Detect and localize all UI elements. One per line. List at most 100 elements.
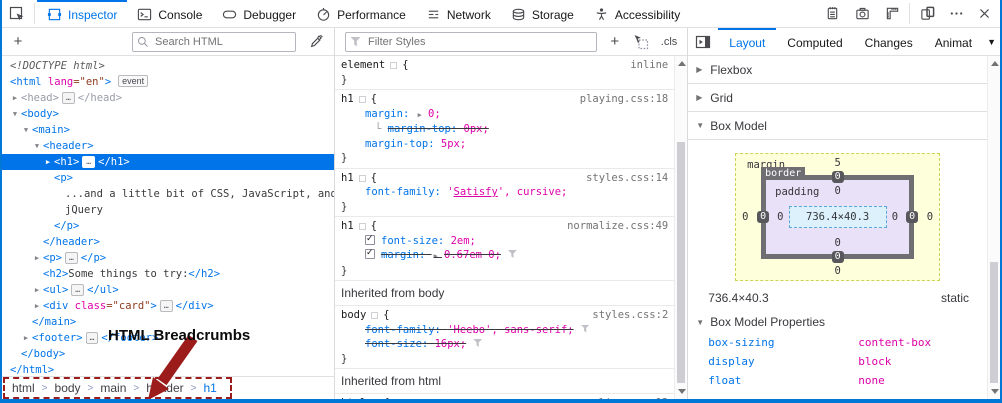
markup-tree-row[interactable]: ▶<p>…</p> — [2, 250, 334, 266]
border-top-value[interactable]: 0 — [832, 171, 844, 183]
layout-scrollbar[interactable] — [987, 56, 1000, 399]
camera-icon[interactable] — [847, 0, 877, 27]
markup-tree-row[interactable]: ▶<div class="card">…</div> — [2, 298, 334, 314]
filter-styles-input[interactable] — [345, 32, 597, 52]
tab-computed[interactable]: Computed — [776, 28, 853, 55]
css-declaration[interactable]: font-family: 'Heebo', sans-serif; — [341, 323, 668, 338]
property-name[interactable]: float — [708, 374, 858, 387]
markup-tree-row[interactable]: <!DOCTYPE html> — [2, 58, 334, 74]
highlight-selector-icon[interactable] — [390, 62, 397, 69]
property-value[interactable]: block — [858, 355, 891, 368]
breadcrumb-item[interactable]: body — [55, 381, 81, 395]
property-value[interactable]: none — [858, 374, 885, 387]
property-value[interactable]: 16px; — [435, 338, 467, 350]
scroll-up-icon[interactable] — [678, 61, 686, 66]
event-badge[interactable]: event — [118, 75, 148, 87]
overridden-filter-icon[interactable] — [508, 250, 517, 258]
property-name[interactable]: font-size — [381, 235, 438, 247]
overridden-filter-icon[interactable] — [581, 325, 590, 333]
property-name[interactable]: margin — [365, 108, 403, 120]
property-value[interactable]: 0.67em 0; — [444, 249, 501, 261]
tab-inspector[interactable]: Inspector — [37, 0, 127, 27]
rules-scrollbar[interactable] — [674, 56, 687, 399]
scroll-up-icon[interactable] — [991, 61, 999, 66]
rule-selector[interactable]: h1 — [341, 93, 354, 105]
declaration-checkbox[interactable] — [365, 235, 375, 245]
markup-tree-row[interactable]: </html> — [2, 362, 334, 376]
section-grid[interactable]: ▶ Grid — [688, 84, 987, 112]
markup-tree-row[interactable]: <html lang="en">event — [2, 74, 334, 90]
rule-selector[interactable]: h1 — [341, 172, 354, 184]
ellipsis-badge[interactable]: … — [82, 156, 95, 168]
expand-arrow-icon[interactable]: ▼ — [10, 106, 20, 122]
breadcrumb-item[interactable]: header — [146, 381, 183, 395]
tab-debugger[interactable]: Debugger — [212, 0, 306, 27]
toggle-classes-button[interactable]: .cls — [655, 36, 684, 48]
property-value[interactable]: 5px; — [441, 138, 466, 150]
highlight-selector-icon[interactable] — [359, 175, 366, 182]
tab-network[interactable]: Network — [416, 0, 501, 27]
property-name[interactable]: font-family — [365, 186, 435, 198]
expand-arrow-icon[interactable]: ▶ — [43, 154, 53, 170]
expand-arrow-icon[interactable]: ▼ — [21, 122, 31, 138]
margin-right-value[interactable]: 0 — [927, 211, 933, 223]
scrollbar-thumb[interactable] — [990, 262, 998, 383]
markup-tree-row[interactable]: ▼<body> — [2, 106, 334, 122]
stylesheet-link[interactable]: normalize.css:13 — [567, 396, 668, 399]
responsive-mode-icon[interactable] — [912, 0, 942, 27]
markup-tree-row[interactable]: ▼<header> — [2, 138, 334, 154]
markup-tree-row[interactable]: </main> — [2, 314, 334, 330]
expand-arrow-icon[interactable]: ▶ — [32, 282, 42, 298]
css-declaration[interactable]: └ margin-top: 0px; — [341, 122, 668, 137]
menu-icon[interactable] — [942, 0, 970, 27]
tab-accessibility[interactable]: Accessibility — [584, 0, 690, 27]
expand-arrow-icon[interactable]: ▼ — [32, 138, 42, 154]
tab-animations[interactable]: Animat — [924, 28, 983, 55]
breadcrumb-item[interactable]: main — [100, 381, 126, 395]
tab-storage[interactable]: Storage — [501, 0, 584, 27]
stylesheet-link[interactable]: styles.css:2 — [592, 308, 668, 323]
markup-tree-row[interactable]: </p> — [2, 218, 334, 234]
property-name[interactable]: margin-top — [365, 138, 428, 150]
expand-arrow-icon[interactable]: ▶ — [21, 330, 31, 346]
property-name[interactable]: font-family — [365, 324, 435, 336]
scroll-down-icon[interactable] — [991, 389, 999, 394]
highlight-selector-icon[interactable] — [371, 312, 378, 319]
padding-right-value[interactable]: 0 — [892, 211, 898, 223]
margin-left-value[interactable]: 0 — [742, 211, 748, 223]
markup-tree-row[interactable]: </header> — [2, 234, 334, 250]
rule-selector[interactable]: body — [341, 309, 366, 321]
markup-tree-row[interactable]: <h2>Some things to try:</h2> — [2, 266, 334, 282]
css-declaration[interactable]: font-size: 16px; — [341, 337, 668, 352]
expand-arrow-icon[interactable]: ▶ — [32, 298, 42, 314]
property-name[interactable]: margin-top — [388, 123, 451, 135]
property-value[interactable]: 0px; — [464, 123, 489, 135]
property-name[interactable]: font-size — [365, 338, 422, 350]
tab-layout[interactable]: Layout — [718, 28, 776, 55]
markup-tree-row[interactable]: ▶<head>…</head> — [2, 90, 334, 106]
tab-changes[interactable]: Changes — [854, 28, 924, 55]
add-rule-button[interactable]: + — [603, 33, 627, 50]
content-box[interactable]: 736.4×40.3 — [789, 206, 887, 228]
search-html-input[interactable] — [132, 32, 296, 52]
property-name[interactable]: margin — [381, 249, 419, 261]
border-bottom-value[interactable]: 0 — [832, 251, 844, 263]
property-value[interactable]: 'Satisfy', cursive; — [447, 186, 567, 198]
markup-tree-row[interactable]: ...and a little bit of CSS, JavaScript, … — [2, 186, 334, 202]
pseudo-class-icon[interactable] — [627, 34, 655, 50]
property-name[interactable]: box-sizing — [708, 336, 858, 349]
stylesheet-link[interactable]: inline — [630, 58, 668, 73]
markup-tree-row[interactable]: ▶<ul>…</ul> — [2, 282, 334, 298]
margin-bottom-value[interactable]: 0 — [736, 265, 939, 277]
font-link[interactable]: Satisfy — [454, 186, 498, 198]
ellipsis-badge[interactable]: … — [62, 92, 75, 104]
close-icon[interactable] — [970, 0, 998, 27]
sidebar-toggle-icon[interactable] — [688, 28, 718, 55]
tab-console[interactable]: Console — [127, 0, 212, 27]
markup-tree-row[interactable]: <p> — [2, 170, 334, 186]
stylesheet-link[interactable]: playing.css:18 — [580, 92, 669, 107]
rulers-icon[interactable] — [877, 0, 907, 27]
padding-bottom-value[interactable]: 0 — [766, 237, 909, 249]
padding-left-value[interactable]: 0 — [777, 211, 783, 223]
css-declaration[interactable]: margin-top: 5px; — [341, 137, 668, 152]
